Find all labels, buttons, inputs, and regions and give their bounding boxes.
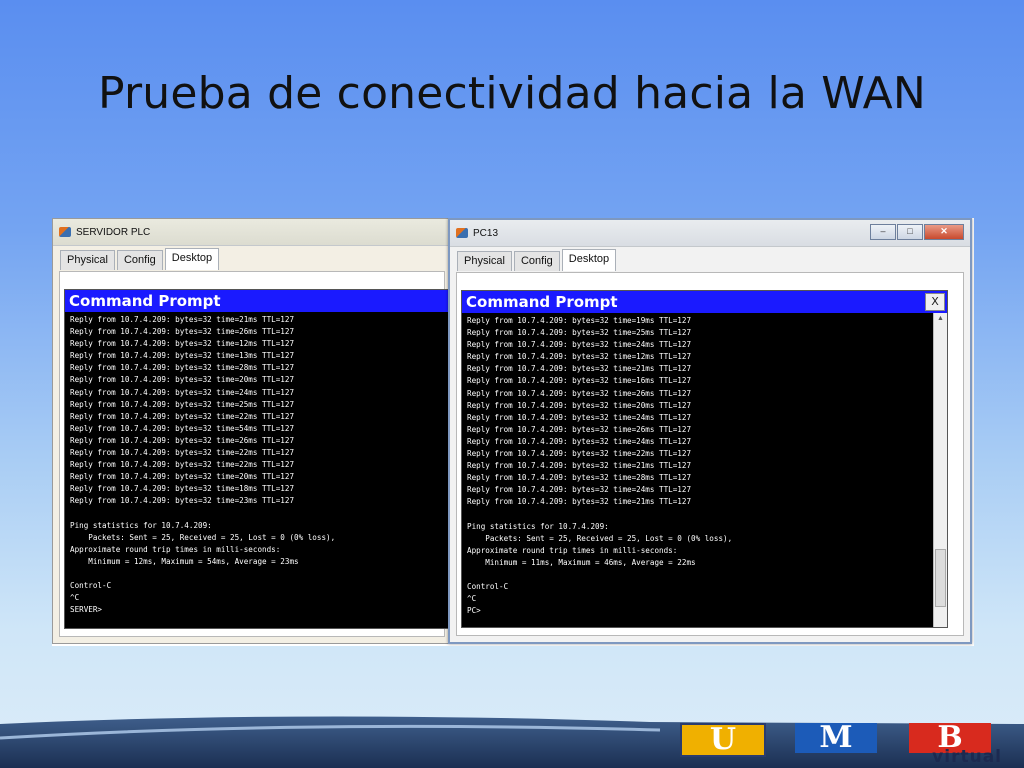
terminal-line: Reply from 10.7.4.209: bytes=32 time=22m… <box>70 460 295 470</box>
pc13-tabs: Physical Config Desktop <box>450 247 970 271</box>
tab-desktop[interactable]: Desktop <box>561 249 617 271</box>
command-prompt-title: Command Prompt <box>65 290 452 312</box>
terminal-line: Control-C <box>467 582 509 592</box>
pc13-window-title: PC13 <box>473 227 499 239</box>
minimize-button[interactable]: – <box>870 224 896 240</box>
terminal-line: Reply from 10.7.4.209: bytes=32 time=18m… <box>70 484 295 494</box>
terminal-line: Reply from 10.7.4.209: bytes=32 time=22m… <box>70 448 295 458</box>
scroll-up-arrow-icon[interactable]: ▲ <box>934 313 947 325</box>
tab-physical[interactable]: Physical <box>60 250 115 270</box>
terminal-output[interactable]: Reply from 10.7.4.209: bytes=32 time=19m… <box>462 313 947 617</box>
terminal-line: Reply from 10.7.4.209: bytes=32 time=25m… <box>70 399 295 409</box>
terminal-line: PC> <box>467 606 481 616</box>
umb-virtual-logo: U M B virtual <box>652 703 1002 767</box>
maximize-button[interactable]: □ <box>897 224 923 240</box>
terminal-line: Reply from 10.7.4.209: bytes=32 time=23m… <box>70 496 295 506</box>
terminal-line: Reply from 10.7.4.209: bytes=32 time=12m… <box>70 339 295 349</box>
terminal-line: Reply from 10.7.4.209: bytes=32 time=22m… <box>70 411 295 421</box>
command-prompt-title-text: Command Prompt <box>466 293 618 311</box>
server-tabs: Physical Config Desktop <box>53 246 451 270</box>
terminal-line: Packets: Sent = 25, Received = 25, Lost … <box>467 533 733 543</box>
packet-tracer-icon <box>456 228 468 238</box>
terminal-line: Reply from 10.7.4.209: bytes=32 time=20m… <box>467 400 692 410</box>
scrollbar-thumb[interactable] <box>935 549 946 607</box>
terminal-line: Reply from 10.7.4.209: bytes=32 time=28m… <box>70 363 295 373</box>
terminal-line: Minimum = 11ms, Maximum = 46ms, Average … <box>467 557 696 567</box>
tab-config[interactable]: Config <box>513 251 560 271</box>
terminal-line: Reply from 10.7.4.209: bytes=32 time=26m… <box>70 435 295 445</box>
server-window-titlebar[interactable]: SERVIDOR PLC <box>53 219 451 246</box>
terminal-scrollbar[interactable]: ▲ <box>933 313 947 627</box>
screenshot-panel: SERVIDOR PLC Physical Config Desktop Com… <box>52 218 974 646</box>
terminal-line: Reply from 10.7.4.209: bytes=32 time=21m… <box>467 461 692 471</box>
logo-letter-m: M <box>795 723 877 753</box>
terminal-line: Reply from 10.7.4.209: bytes=32 time=16m… <box>467 376 692 386</box>
tab-config[interactable]: Config <box>116 250 163 270</box>
prompt-close-button[interactable]: X <box>925 293 945 311</box>
terminal-line: Reply from 10.7.4.209: bytes=32 time=22m… <box>467 449 692 459</box>
terminal-line: ^C <box>70 593 80 603</box>
tab-physical[interactable]: Physical <box>457 251 512 271</box>
terminal-line: Reply from 10.7.4.209: bytes=32 time=24m… <box>467 485 692 495</box>
terminal-line: Reply from 10.7.4.209: bytes=32 time=24m… <box>467 340 692 350</box>
terminal-line: Control-C <box>70 581 112 591</box>
logo-letter-u: U <box>680 723 766 757</box>
terminal-line: Reply from 10.7.4.209: bytes=32 time=54m… <box>70 423 295 433</box>
slide-title: Prueba de conectividad hacia la WAN <box>98 68 926 119</box>
terminal-line: Packets: Sent = 25, Received = 25, Lost … <box>70 532 336 542</box>
window-close-button[interactable]: ✕ <box>924 224 964 240</box>
terminal-line: Reply from 10.7.4.209: bytes=32 time=26m… <box>70 327 295 337</box>
terminal-line: ^C <box>467 594 477 604</box>
server-command-prompt[interactable]: Command Prompt Reply from 10.7.4.209: by… <box>64 289 453 629</box>
terminal-line: Reply from 10.7.4.209: bytes=32 time=24m… <box>467 412 692 422</box>
terminal-line: Reply from 10.7.4.209: bytes=32 time=28m… <box>467 473 692 483</box>
terminal-line: Ping statistics for 10.7.4.209: <box>70 520 212 530</box>
command-prompt-title: Command Prompt X <box>462 291 947 313</box>
logo-tagline: virtual <box>932 747 1002 767</box>
terminal-line: Reply from 10.7.4.209: bytes=32 time=20m… <box>70 375 295 385</box>
terminal-line: Minimum = 12ms, Maximum = 54ms, Average … <box>70 556 299 566</box>
terminal-line: Reply from 10.7.4.209: bytes=32 time=19m… <box>467 316 692 325</box>
terminal-line: Reply from 10.7.4.209: bytes=32 time=21m… <box>467 497 692 507</box>
footer-band: U M B virtual <box>0 702 1024 768</box>
terminal-line: Approximate round trip times in milli-se… <box>467 545 678 555</box>
terminal-line: Reply from 10.7.4.209: bytes=32 time=26m… <box>467 424 692 434</box>
tab-desktop[interactable]: Desktop <box>164 248 220 270</box>
terminal-line: Ping statistics for 10.7.4.209: <box>467 521 609 531</box>
terminal-line: Reply from 10.7.4.209: bytes=32 time=21m… <box>70 315 295 324</box>
terminal-line: Reply from 10.7.4.209: bytes=32 time=12m… <box>467 352 692 362</box>
window-controls: – □ ✕ <box>870 224 964 240</box>
terminal-line: SERVER> <box>70 605 103 615</box>
terminal-line: Reply from 10.7.4.209: bytes=32 time=26m… <box>467 388 692 398</box>
pc13-window: PC13 – □ ✕ Physical Config Desktop Comma… <box>448 218 972 644</box>
terminal-line: Reply from 10.7.4.209: bytes=32 time=24m… <box>70 387 295 397</box>
terminal-output[interactable]: Reply from 10.7.4.209: bytes=32 time=21m… <box>65 312 452 616</box>
terminal-line: Reply from 10.7.4.209: bytes=32 time=25m… <box>467 328 692 338</box>
terminal-line: Reply from 10.7.4.209: bytes=32 time=13m… <box>70 351 295 361</box>
packet-tracer-icon <box>59 227 71 237</box>
server-plc-window: SERVIDOR PLC Physical Config Desktop Com… <box>52 218 453 644</box>
terminal-line: Approximate round trip times in milli-se… <box>70 544 281 554</box>
server-window-title: SERVIDOR PLC <box>76 226 151 238</box>
terminal-line: Reply from 10.7.4.209: bytes=32 time=21m… <box>467 364 692 374</box>
terminal-line: Reply from 10.7.4.209: bytes=32 time=24m… <box>467 436 692 446</box>
terminal-line: Reply from 10.7.4.209: bytes=32 time=20m… <box>70 472 295 482</box>
pc13-command-prompt[interactable]: Command Prompt X Reply from 10.7.4.209: … <box>461 290 948 628</box>
